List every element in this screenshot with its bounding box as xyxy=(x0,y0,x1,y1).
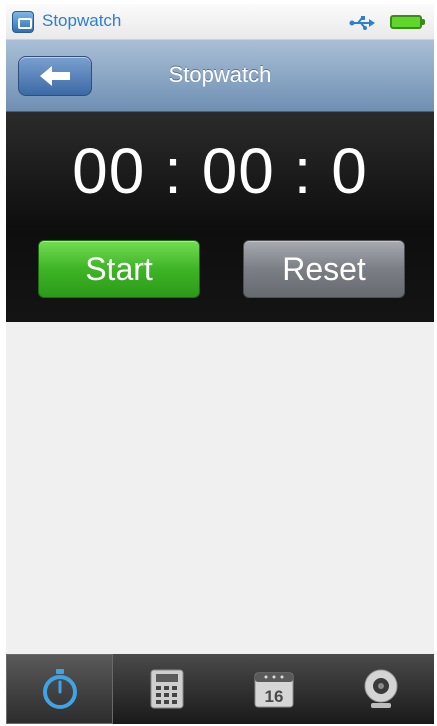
content-area xyxy=(6,322,434,654)
battery-icon xyxy=(390,15,425,29)
tab-webcam[interactable] xyxy=(327,654,434,724)
stopwatch-app-icon xyxy=(12,11,34,33)
title-bar: Stopwatch xyxy=(6,40,434,112)
tab-calculator[interactable] xyxy=(113,654,220,724)
tab-calendar[interactable]: 16 xyxy=(220,654,327,724)
timer-display: 00 : 00 : 0 xyxy=(72,135,368,207)
start-button[interactable]: Start xyxy=(38,240,200,298)
status-bar-title: Stopwatch xyxy=(42,11,122,30)
stopwatch-icon xyxy=(42,669,77,709)
calendar-icon: 16 xyxy=(254,672,293,708)
tab-stopwatch[interactable] xyxy=(6,654,113,724)
usb-icon xyxy=(349,16,375,30)
calculator-icon xyxy=(150,669,183,709)
reset-button[interactable]: Reset xyxy=(243,240,405,298)
bottom-tab-bar: 16 xyxy=(6,654,434,724)
calendar-day-label: 16 xyxy=(264,687,283,706)
timer-panel: 00 : 00 : 0 Start Reset xyxy=(6,112,434,322)
page-title: Stopwatch xyxy=(168,62,272,87)
webcam-icon xyxy=(364,669,397,708)
status-bar: Stopwatch xyxy=(6,4,434,40)
stopwatch-screen: Stopwatch Stopwatch 00 : 00 : 0 Start Re… xyxy=(6,4,434,724)
